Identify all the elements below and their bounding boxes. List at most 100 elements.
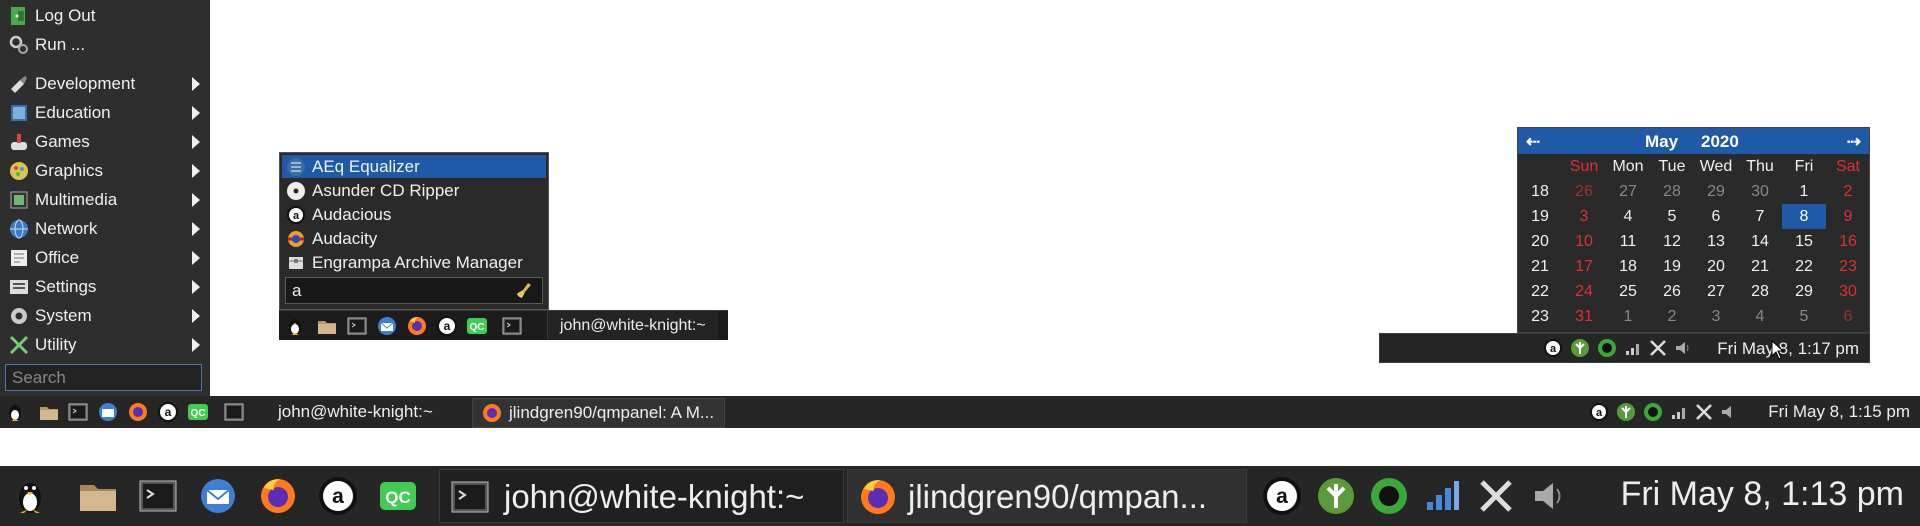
network-signal-icon[interactable] <box>1623 338 1643 358</box>
clear-broom-icon[interactable] <box>514 281 534 301</box>
calendar-day-outside[interactable]: 2 <box>1650 304 1694 329</box>
calendar-day[interactable]: 31 <box>1562 304 1606 329</box>
calendar-day[interactable]: 23 <box>1826 254 1870 279</box>
green-ring-tray-icon[interactable] <box>1642 401 1664 423</box>
mini-clock[interactable]: Fri May 8, 1:17 pm <box>1717 339 1859 359</box>
file-manager-icon[interactable] <box>78 476 118 516</box>
calendar-day-outside[interactable]: 6 <box>1826 304 1870 329</box>
calendar-day[interactable]: 9 <box>1826 204 1870 229</box>
calendar-day[interactable]: 1 <box>1782 179 1826 204</box>
calendar-day-outside[interactable]: 4 <box>1738 304 1782 329</box>
calendar-day[interactable]: 30 <box>1826 279 1870 304</box>
calendar-day[interactable]: 20 <box>1694 254 1738 279</box>
calendar-day[interactable]: 10 <box>1562 229 1606 254</box>
calendar-day[interactable]: 14 <box>1738 229 1782 254</box>
audacious-icon[interactable]: a <box>318 476 358 516</box>
calendar-day[interactable]: 8 <box>1782 204 1826 229</box>
calendar-day[interactable]: 12 <box>1650 229 1694 254</box>
task-firefox[interactable]: jlindgren90/qmpan... <box>847 469 1247 523</box>
calendar-day[interactable]: 22 <box>1782 254 1826 279</box>
network-signal-icon[interactable] <box>1668 401 1690 423</box>
calendar-day[interactable]: 13 <box>1694 229 1738 254</box>
volume-icon[interactable] <box>1673 338 1693 358</box>
launcher-result[interactable]: AEq Equalizer <box>282 155 546 178</box>
tools-tray-icon[interactable] <box>1693 401 1715 423</box>
tools-tray-icon[interactable] <box>1648 338 1668 358</box>
task-terminal[interactable]: john@white-knight:~ <box>268 398 443 426</box>
calendar-day[interactable]: 4 <box>1606 204 1650 229</box>
audacious-tray-icon[interactable]: a <box>1588 401 1610 423</box>
qtcreator-icon[interactable]: QC <box>466 315 488 337</box>
calendar-day[interactable]: 7 <box>1738 204 1782 229</box>
calendar-day[interactable]: 17 <box>1562 254 1606 279</box>
calendar-day-outside[interactable]: 29 <box>1694 179 1738 204</box>
terminal-icon[interactable] <box>67 401 89 423</box>
menu-item-utility[interactable]: Utility <box>0 330 210 359</box>
menu-item-settings[interactable]: Settings <box>0 272 210 301</box>
terminal-task-icon[interactable] <box>223 401 245 423</box>
launcher-result[interactable]: Audacity <box>282 227 546 250</box>
calendar-day-outside[interactable]: 5 <box>1782 304 1826 329</box>
keepass-tray-icon[interactable] <box>1316 476 1356 516</box>
calendar-day[interactable]: 19 <box>1650 254 1694 279</box>
calendar-day-outside[interactable]: 26 <box>1562 179 1606 204</box>
calendar-day[interactable]: 28 <box>1738 279 1782 304</box>
green-ring-tray-icon[interactable] <box>1597 338 1617 358</box>
task-firefox[interactable]: jlindgren90/qmpanel: A M... <box>472 398 726 428</box>
menu-item-system[interactable]: System <box>0 301 210 330</box>
calendar-day-outside[interactable]: 1 <box>1606 304 1650 329</box>
menu-item-network[interactable]: Network <box>0 214 210 243</box>
mail-client-icon[interactable] <box>376 315 398 337</box>
firefox-icon[interactable] <box>127 401 149 423</box>
audacious-icon[interactable]: a <box>157 401 179 423</box>
calendar-day-outside[interactable]: 3 <box>1694 304 1738 329</box>
file-manager-icon[interactable] <box>316 315 338 337</box>
menu-item-development[interactable]: Development <box>0 69 210 98</box>
tux-menu-icon[interactable] <box>4 401 26 423</box>
menu-item-games[interactable]: Games <box>0 127 210 156</box>
firefox-icon[interactable] <box>258 476 298 516</box>
launcher-result[interactable]: Engrampa Archive Manager <box>282 251 546 274</box>
firefox-icon[interactable] <box>406 315 428 337</box>
calendar-day[interactable]: 5 <box>1650 204 1694 229</box>
calendar-month[interactable]: May <box>1645 132 1678 152</box>
calendar-day[interactable]: 15 <box>1782 229 1826 254</box>
terminal-task-icon[interactable] <box>501 315 523 337</box>
calendar-day-outside[interactable]: 30 <box>1738 179 1782 204</box>
calendar-day[interactable]: 18 <box>1606 254 1650 279</box>
menu-item-run[interactable]: Run ... <box>0 30 210 59</box>
calendar-day[interactable]: 11 <box>1606 229 1650 254</box>
previous-month-icon[interactable]: ⇠ <box>1526 132 1540 152</box>
network-signal-icon[interactable] <box>1422 476 1462 516</box>
tux-menu-icon[interactable] <box>10 476 50 516</box>
menu-item-graphics[interactable]: Graphics <box>0 156 210 185</box>
calendar-day[interactable]: 26 <box>1650 279 1694 304</box>
audacious-tray-icon[interactable]: a <box>1543 338 1563 358</box>
mid-clock[interactable]: Fri May 8, 1:15 pm <box>1768 402 1910 422</box>
calendar-day[interactable]: 16 <box>1826 229 1870 254</box>
file-manager-icon[interactable] <box>38 401 60 423</box>
mini-task-terminal[interactable]: john@white-knight:~ <box>547 311 718 340</box>
next-month-icon[interactable]: ⇢ <box>1847 132 1861 152</box>
volume-icon[interactable] <box>1530 476 1570 516</box>
keepass-tray-icon[interactable] <box>1615 401 1637 423</box>
menu-item-multimedia[interactable]: Multimedia <box>0 185 210 214</box>
launcher-result[interactable]: a Audacious <box>282 203 546 226</box>
big-clock[interactable]: Fri May 8, 1:13 pm <box>1621 475 1904 514</box>
qtcreator-icon[interactable]: QC <box>378 476 418 516</box>
terminal-icon[interactable] <box>346 315 368 337</box>
tools-tray-icon[interactable] <box>1476 476 1516 516</box>
menu-item-log-out[interactable]: Log Out <box>0 1 210 30</box>
audacious-tray-icon[interactable]: a <box>1262 476 1302 516</box>
tux-menu-icon[interactable] <box>284 315 306 337</box>
menu-item-office[interactable]: Office <box>0 243 210 272</box>
launcher-result[interactable]: Asunder CD Ripper <box>282 179 546 202</box>
calendar-day[interactable]: 24 <box>1562 279 1606 304</box>
calendar-day[interactable]: 27 <box>1694 279 1738 304</box>
calendar-day[interactable]: 21 <box>1738 254 1782 279</box>
mail-client-icon[interactable] <box>97 401 119 423</box>
qtcreator-icon[interactable]: QC <box>187 401 209 423</box>
keepass-tray-icon[interactable] <box>1570 338 1590 358</box>
volume-icon[interactable] <box>1718 401 1740 423</box>
calendar-day[interactable]: 25 <box>1606 279 1650 304</box>
